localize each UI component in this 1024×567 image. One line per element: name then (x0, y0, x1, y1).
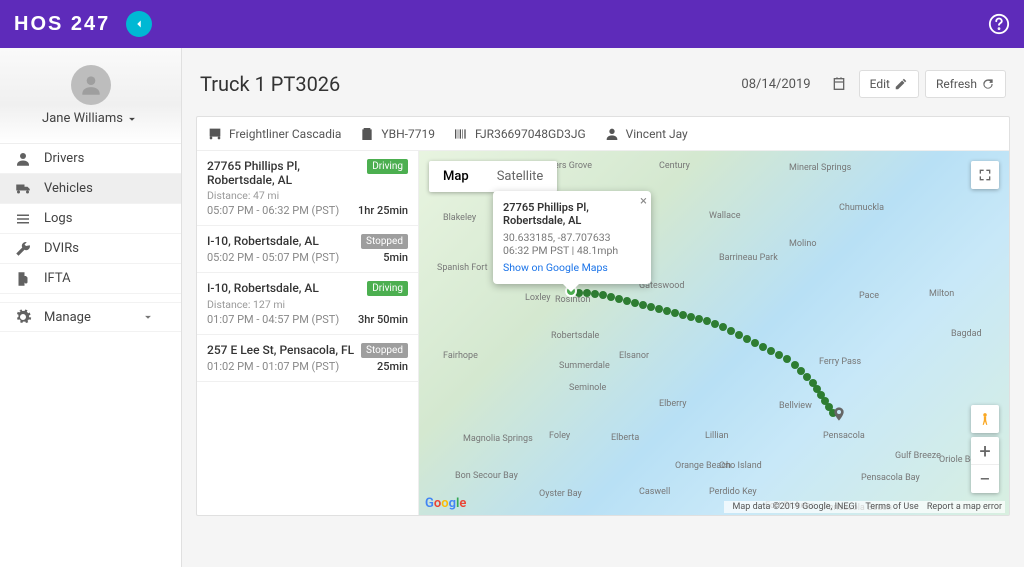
avatar (71, 65, 111, 105)
sidebar-item-label: IFTA (44, 271, 71, 286)
sidebar-item-label: Drivers (44, 151, 84, 166)
vehicle-meta-row: Freightliner Cascadia YBH-7719 FJR366970… (197, 117, 1009, 151)
sidebar-item-logs[interactable]: Logs (0, 204, 181, 234)
map-attribution: Map data ©2019 Google, INEGI Terms of Us… (724, 501, 1005, 513)
zoom-in-button[interactable]: + (971, 437, 999, 465)
profile-name-dropdown[interactable]: Jane Williams (42, 111, 139, 126)
vehicle-model: Freightliner Cascadia (207, 126, 341, 142)
vehicle-plate: YBH-7719 (359, 126, 435, 142)
zoom-control: + − (971, 437, 999, 493)
trip-item[interactable]: 257 E Lee St, Pensacola, FL Stopped 01:0… (197, 335, 418, 382)
refresh-icon (981, 77, 995, 91)
vehicle-vin: FJR36697048GD3JG (453, 126, 586, 142)
status-badge: Driving (367, 281, 408, 296)
truck-icon (14, 180, 32, 198)
status-badge: Stopped (361, 343, 408, 358)
sidebar-item-label: DVIRs (44, 241, 79, 256)
edit-button-label: Edit (870, 77, 890, 91)
trip-item[interactable]: I-10, Robertsdale, AL Stopped 05:02 PM -… (197, 226, 418, 273)
map-type-satellite[interactable]: Satellite (483, 161, 558, 192)
app-logo: HOS 247 (14, 13, 110, 36)
bus-icon (207, 126, 223, 142)
map-type-control: Map Satellite (429, 161, 557, 192)
date-display: 08/14/2019 (741, 77, 810, 92)
map-pane[interactable]: Map Satellite × 27765 Phillips Pl, Rober… (419, 151, 1009, 515)
open-gmaps-link[interactable]: Show on Google Maps (503, 261, 639, 274)
terms-link[interactable]: Terms of Use (865, 502, 918, 512)
help-button[interactable] (988, 13, 1010, 35)
profile-section: Jane Williams (0, 48, 181, 144)
list-icon (14, 210, 32, 228)
close-icon[interactable]: × (640, 194, 647, 209)
map-marker-end[interactable] (831, 403, 847, 429)
map-info-window: × 27765 Phillips Pl, Robertsdale, AL 30.… (493, 191, 651, 284)
refresh-button[interactable]: Refresh (925, 70, 1006, 98)
sidebar-item-dvirs[interactable]: DVIRs (0, 234, 181, 264)
barcode-icon (453, 126, 469, 142)
sidebar-item-label: Logs (44, 211, 72, 226)
sidebar-item-label: Manage (44, 310, 91, 325)
main-content: Truck 1 PT3026 08/14/2019 Edit Refresh F… (182, 48, 1024, 567)
person-icon (14, 150, 32, 168)
wrench-icon (14, 240, 32, 258)
pegman-button[interactable] (971, 405, 999, 433)
person-icon (78, 72, 104, 98)
page-title: Truck 1 PT3026 (200, 72, 340, 96)
help-icon (988, 13, 1010, 35)
date-picker-button[interactable] (825, 70, 853, 98)
calendar-icon (831, 76, 847, 92)
status-badge: Driving (367, 159, 408, 174)
status-badge: Stopped (361, 234, 408, 249)
back-button[interactable] (126, 11, 152, 37)
sidebar-item-manage[interactable]: Manage (0, 302, 181, 332)
app-header: HOS 247 (0, 0, 1024, 48)
gear-icon (14, 308, 32, 326)
profile-name-label: Jane Williams (42, 111, 123, 126)
vehicle-detail-card: Freightliner Cascadia YBH-7719 FJR366970… (196, 116, 1010, 516)
pegman-icon (978, 410, 992, 428)
trip-item[interactable]: I-10, Robertsdale, AL Driving Distance: … (197, 273, 418, 335)
fuel-icon (14, 270, 32, 288)
vehicle-driver: Vincent Jay (604, 126, 688, 142)
clipboard-icon (359, 126, 375, 142)
edit-button[interactable]: Edit (859, 70, 919, 98)
pencil-icon (894, 77, 908, 91)
refresh-button-label: Refresh (936, 77, 977, 91)
trip-item[interactable]: 27765 Phillips Pl, Robertsdale, AL Drivi… (197, 151, 418, 226)
sidebar-item-label: Vehicles (44, 181, 93, 196)
chevron-down-icon (125, 112, 139, 126)
trip-list[interactable]: 27765 Phillips Pl, Robertsdale, AL Drivi… (197, 151, 419, 515)
person-icon (604, 126, 620, 142)
pin-icon (831, 403, 847, 425)
chevron-left-icon (132, 17, 146, 31)
chevron-down-icon (141, 310, 155, 324)
sidebar-item-ifta[interactable]: IFTA (0, 264, 181, 294)
zoom-out-button[interactable]: − (971, 465, 999, 493)
fullscreen-icon (977, 167, 993, 183)
sidebar-item-drivers[interactable]: Drivers (0, 144, 181, 174)
report-error-link[interactable]: Report a map error (927, 502, 1002, 512)
sidebar-item-vehicles[interactable]: Vehicles (0, 174, 181, 204)
map-type-map[interactable]: Map (429, 161, 483, 192)
sidebar: Jane Williams Drivers Vehicles Logs DVIR… (0, 48, 182, 567)
page-header: Truck 1 PT3026 08/14/2019 Edit Refresh (196, 60, 1010, 108)
google-logo: Google (425, 496, 466, 511)
fullscreen-button[interactable] (971, 161, 999, 189)
